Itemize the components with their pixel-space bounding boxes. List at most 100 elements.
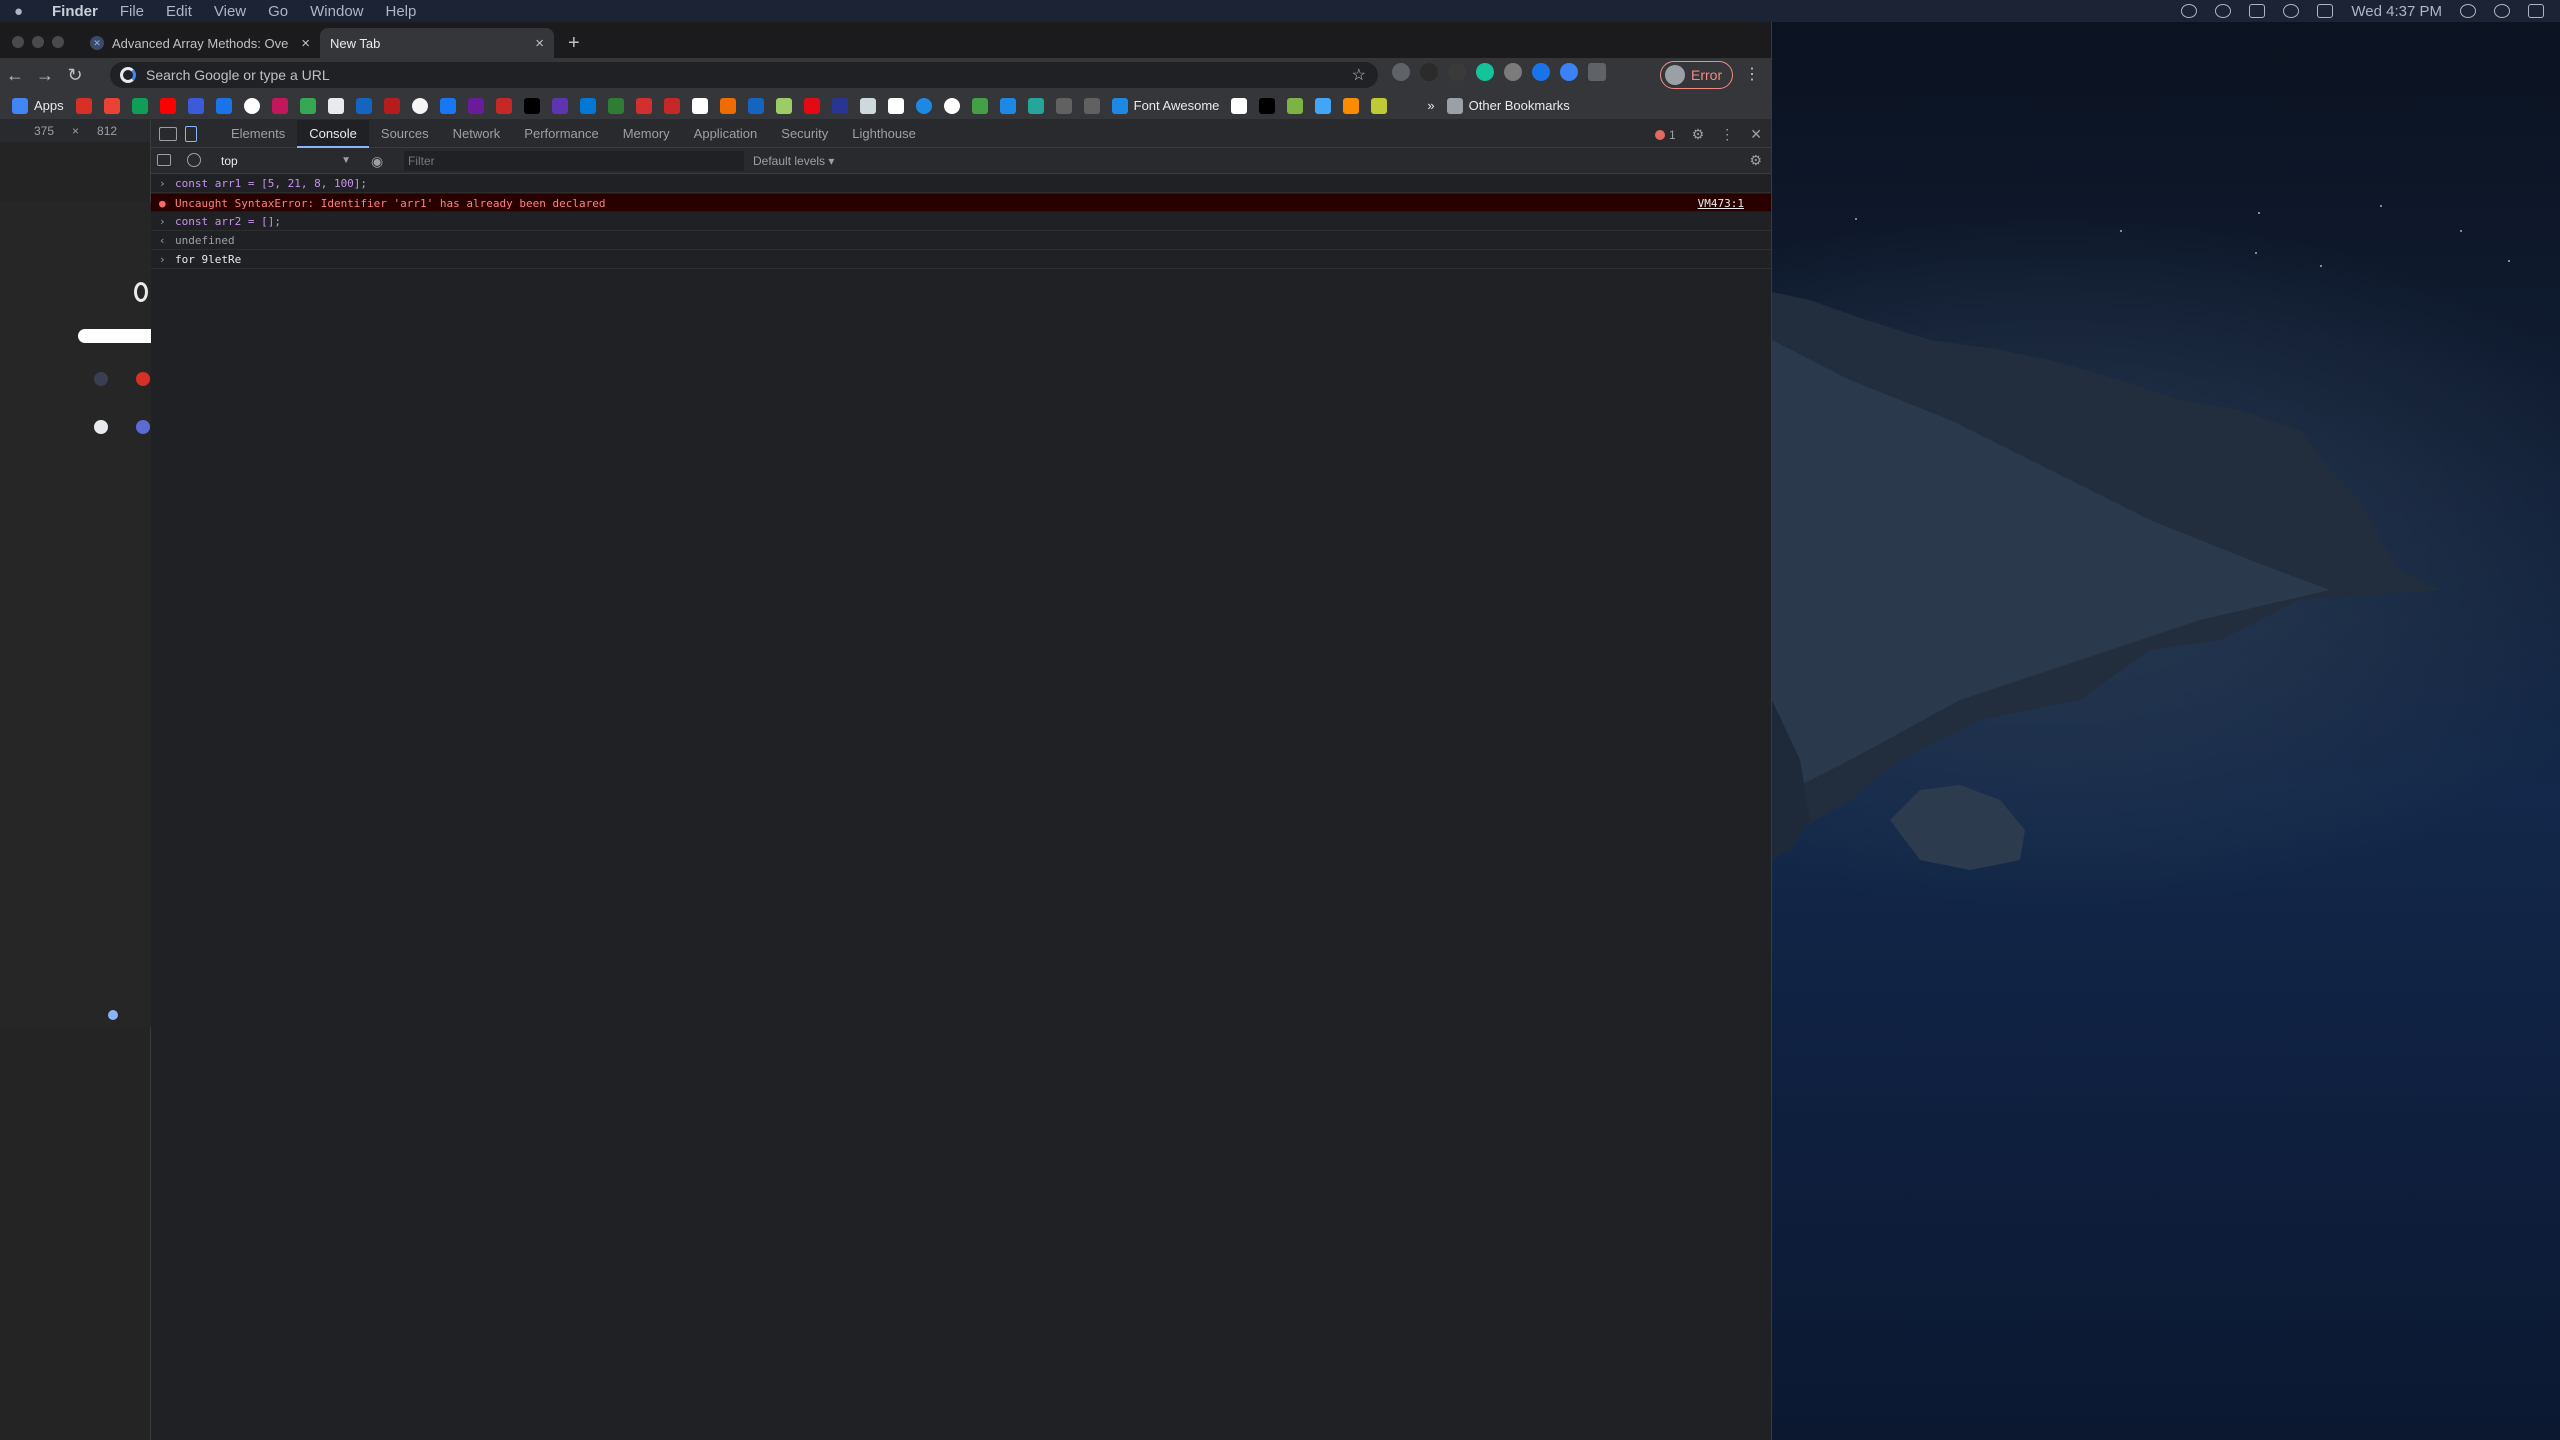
inspect-element-icon[interactable] — [159, 126, 177, 141]
log-levels-dropdown[interactable]: Default levels ▾ — [753, 151, 834, 171]
battery-icon[interactable] — [2317, 4, 2334, 18]
device-height-input[interactable]: 812 — [97, 124, 117, 138]
shortcut-icon[interactable] — [136, 372, 150, 386]
back-arrow-icon[interactable]: ← — [0, 65, 30, 86]
device-toggle-icon[interactable] — [185, 125, 197, 142]
error-count-badge[interactable]: 1 — [1655, 128, 1676, 142]
bookmark-icon[interactable] — [1343, 97, 1360, 114]
tab-application[interactable]: Application — [682, 120, 770, 148]
omnibox[interactable]: Search Google or type a URL ☆ — [110, 62, 1378, 88]
menu-file[interactable]: File — [120, 3, 144, 20]
bookmark-icon[interactable] — [943, 97, 960, 114]
tab-console[interactable]: Console — [297, 119, 369, 148]
bookmark-star-icon[interactable]: ☆ — [1352, 65, 1366, 85]
shortcut-icon[interactable] — [136, 420, 150, 434]
bookmark-icon[interactable] — [327, 97, 344, 114]
tab-close-icon[interactable]: × — [535, 35, 544, 52]
bluetooth-icon[interactable] — [2249, 4, 2266, 18]
checkmark-icon[interactable] — [2215, 4, 2232, 18]
bookmark-icon[interactable] — [915, 97, 932, 114]
bookmark-icon[interactable] — [719, 97, 736, 114]
menu-go[interactable]: Go — [268, 3, 288, 20]
bookmark-icon[interactable] — [355, 97, 372, 114]
tab-memory[interactable]: Memory — [611, 120, 682, 148]
shortcut-icon[interactable] — [94, 372, 108, 386]
extension-icon[interactable] — [1504, 63, 1522, 81]
profile-error-button[interactable]: Error — [1660, 61, 1734, 89]
tab-advanced-array-methods[interactable]: ✕ Advanced Array Methods: Ove × — [80, 28, 320, 58]
bookmark-icon[interactable] — [1055, 97, 1072, 114]
browser-menu-icon[interactable]: ⋮ — [1744, 64, 1760, 84]
notification-center-icon[interactable] — [2528, 4, 2544, 18]
github-icon[interactable] — [411, 97, 428, 114]
device-search-bar[interactable] — [78, 329, 158, 343]
bookmark-icon[interactable] — [75, 97, 92, 114]
apple-menu-icon[interactable]: ● — [14, 3, 30, 20]
context-selector[interactable]: top ▼ — [221, 151, 351, 171]
bookmark-icon[interactable] — [1027, 97, 1044, 114]
bookmark-icon[interactable] — [859, 97, 876, 114]
netflix-icon[interactable] — [803, 97, 820, 114]
forward-arrow-icon[interactable]: → — [30, 65, 60, 86]
tab-new-tab[interactable]: New Tab × — [320, 28, 554, 58]
bookmark-other-bookmarks[interactable]: Other Bookmarks — [1446, 97, 1570, 114]
minimize-window-button[interactable] — [32, 36, 44, 48]
menu-view[interactable]: View — [214, 3, 246, 20]
bookmark-icon[interactable] — [663, 97, 680, 114]
bookmark-icon[interactable] — [607, 97, 624, 114]
wifi-icon[interactable] — [2283, 4, 2300, 18]
extension-icon[interactable] — [1532, 63, 1550, 81]
menu-edit[interactable]: Edit — [166, 3, 192, 20]
reading-list-icon[interactable] — [1588, 63, 1606, 81]
bookmark-icon[interactable] — [523, 97, 540, 114]
tab-network[interactable]: Network — [441, 120, 513, 148]
bookmark-icon[interactable] — [775, 97, 792, 114]
tab-close-icon[interactable]: × — [301, 35, 310, 52]
bookmark-icon[interactable] — [1259, 97, 1276, 114]
bookmark-icon[interactable] — [271, 97, 288, 114]
spotlight-search-icon[interactable] — [2460, 4, 2476, 18]
bookmark-icon[interactable] — [131, 97, 148, 114]
tab-performance[interactable]: Performance — [512, 120, 610, 148]
zoom-window-button[interactable] — [52, 36, 64, 48]
bookmark-icon[interactable] — [1315, 97, 1332, 114]
console-settings-gear-icon[interactable]: ⚙ — [1749, 152, 1762, 169]
facebook-icon[interactable] — [439, 97, 456, 114]
bookmark-icon[interactable] — [1083, 97, 1100, 114]
bookmark-icon[interactable] — [999, 97, 1016, 114]
grammarly-icon[interactable] — [1476, 63, 1494, 81]
close-window-button[interactable] — [12, 36, 24, 48]
vscode-icon[interactable] — [579, 97, 596, 114]
live-expression-eye-icon[interactable]: ◉ — [371, 153, 383, 170]
google-icon[interactable] — [243, 97, 260, 114]
new-tab-plus-icon[interactable]: + — [568, 32, 580, 55]
shield-extension-icon[interactable] — [1420, 63, 1438, 81]
close-devtools-icon[interactable]: ✕ — [1750, 126, 1762, 143]
status-icon[interactable] — [2181, 4, 2198, 18]
tab-lighthouse[interactable]: Lighthouse — [840, 120, 928, 148]
bookmark-icon[interactable] — [467, 97, 484, 114]
shortcut-icon[interactable] — [94, 420, 108, 434]
console-filter-input[interactable]: Filter — [404, 151, 744, 171]
tab-security[interactable]: Security — [769, 120, 840, 148]
settings-gear-icon[interactable]: ⚙ — [1692, 126, 1705, 143]
console-prompt-line[interactable]: › for 9letRe — [151, 250, 1771, 269]
console-prompt-input[interactable]: for 9letRe — [175, 253, 241, 266]
console-error-line[interactable]: ● Uncaught SyntaxError: Identifier 'arr1… — [151, 193, 1771, 213]
menu-finder[interactable]: Finder — [52, 3, 98, 20]
device-width-input[interactable]: 375 — [34, 124, 54, 138]
bookmark-font-awesome[interactable]: Font Awesome — [1111, 97, 1219, 114]
bookmark-icon[interactable] — [215, 97, 232, 114]
clear-console-icon[interactable] — [187, 153, 201, 167]
gmail-icon[interactable] — [103, 97, 120, 114]
reload-icon[interactable]: ↻ — [60, 65, 90, 86]
error-source-link[interactable]: VM473:1 — [1698, 194, 1744, 213]
extension-icon[interactable] — [1560, 63, 1578, 81]
bookmark-icon[interactable] — [383, 97, 400, 114]
bookmark-icon[interactable] — [551, 97, 568, 114]
bookmark-icon[interactable] — [635, 97, 652, 114]
extension-icon[interactable] — [1448, 63, 1466, 81]
medium-icon[interactable] — [691, 97, 708, 114]
console-input-line[interactable]: › const arr2 = []; — [151, 212, 1771, 231]
console-input-line[interactable]: › const arr1 = [5, 21, 8, 100]; — [151, 174, 1771, 193]
